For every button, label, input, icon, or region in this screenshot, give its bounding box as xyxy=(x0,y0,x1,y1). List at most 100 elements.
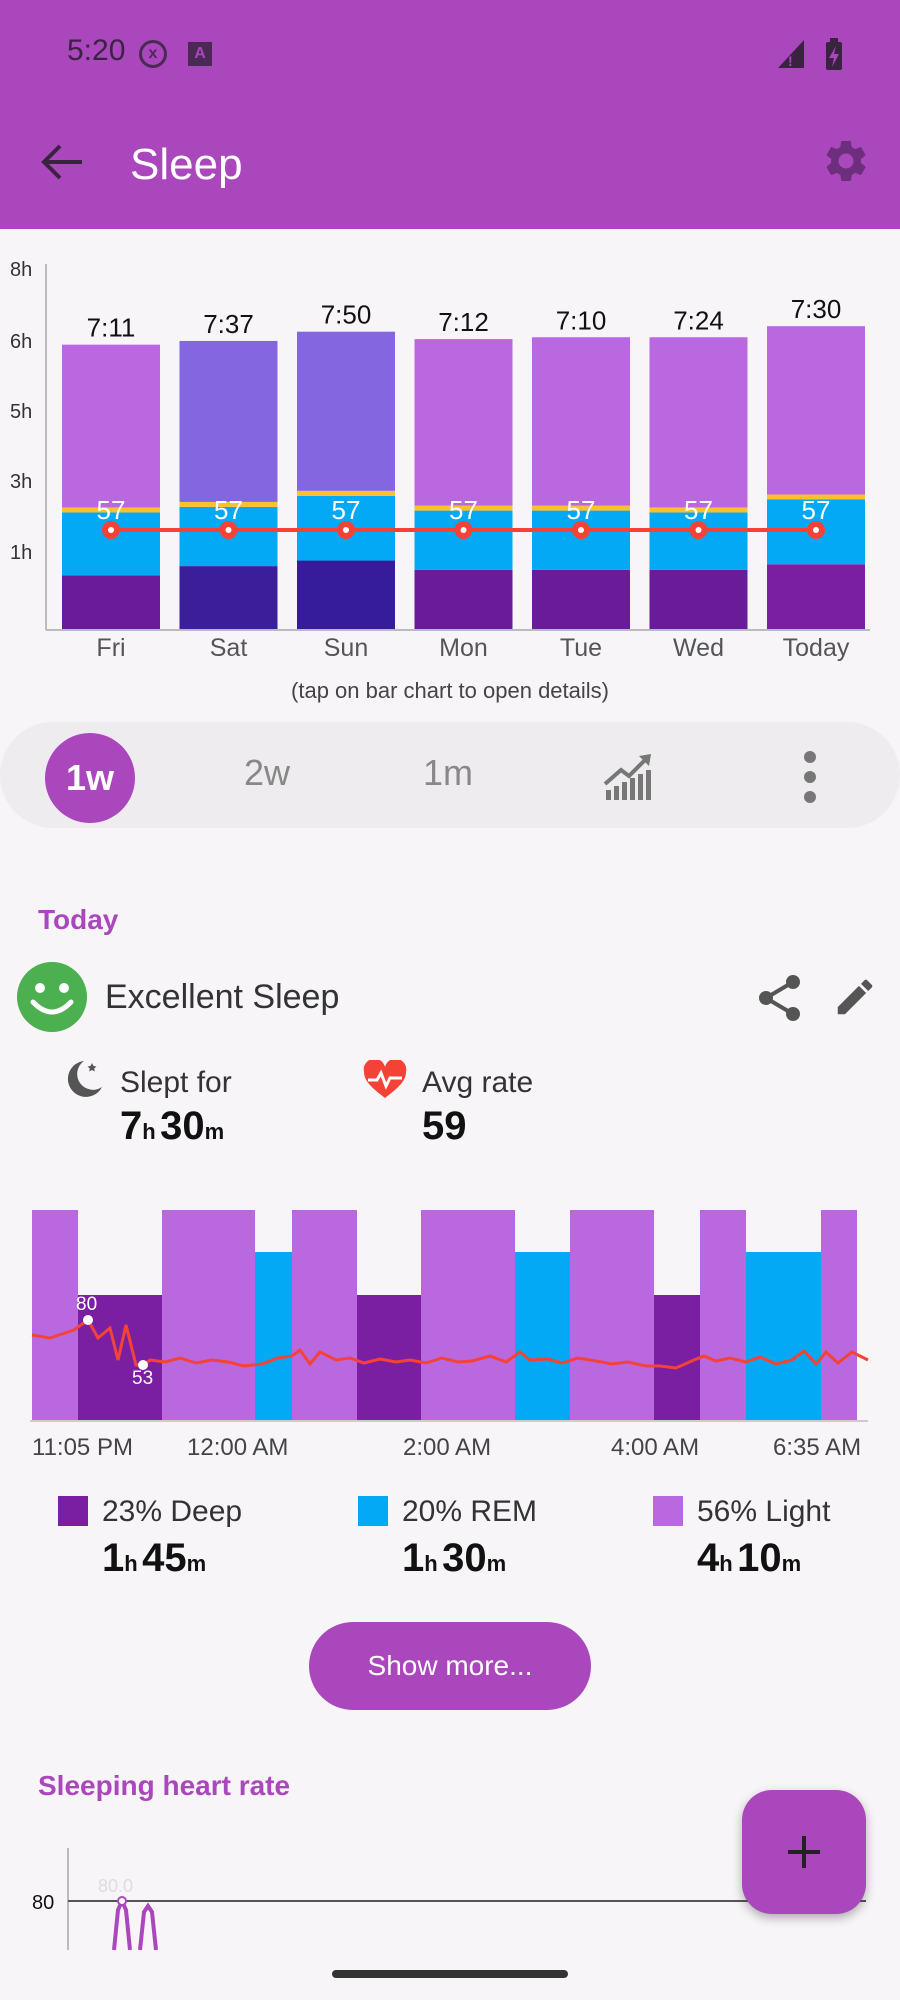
bar-light xyxy=(532,337,630,506)
time-label-4am: 4:00 AM xyxy=(611,1434,700,1461)
home-indicator[interactable] xyxy=(332,1970,568,1978)
show-more-button[interactable]: Show more... xyxy=(309,1622,591,1710)
light-legend-swatch xyxy=(653,1496,683,1526)
edit-pencil-icon[interactable] xyxy=(832,974,878,1020)
stage-light-segment xyxy=(32,1210,78,1420)
time-label-end: 6:35 AM xyxy=(773,1434,862,1461)
bar-light xyxy=(297,331,395,491)
bar-duration-label: 7:30 xyxy=(791,294,842,324)
deep-duration: 1h 45m xyxy=(102,1536,207,1580)
period-1w-button[interactable]: 1w xyxy=(45,733,135,823)
time-label-midnight: 12:00 AM xyxy=(187,1434,289,1461)
stage-light-segment xyxy=(821,1210,857,1420)
bar-duration-label: 7:37 xyxy=(203,309,254,339)
rem-legend-swatch xyxy=(358,1496,388,1526)
time-label-start: 11:05 PM xyxy=(32,1434,133,1461)
notification-x-icon: x xyxy=(139,40,167,68)
hr-y-tick: 80 xyxy=(32,1892,54,1914)
today-section-label: Today xyxy=(38,904,119,935)
bar-deep xyxy=(297,560,395,629)
app-bar xyxy=(0,0,900,229)
plus-icon xyxy=(788,1836,820,1868)
bar-hr-label: 57 xyxy=(97,495,126,525)
bar-duration-label: 7:10 xyxy=(556,305,607,335)
deep-legend-swatch xyxy=(58,1496,88,1526)
signal-icon: ! xyxy=(778,40,804,69)
period-1m-button[interactable]: 1m xyxy=(423,752,473,794)
hr-peak-label: 80.0 xyxy=(98,1876,133,1896)
deep-legend-label: 23% Deep xyxy=(102,1495,243,1528)
battery-icon xyxy=(826,38,842,70)
stage-light-segment xyxy=(292,1210,357,1420)
status-time: 5:20 xyxy=(67,34,126,67)
bar-duration-label: 7:11 xyxy=(87,313,136,343)
slept-for-value: 7h 30m xyxy=(120,1104,225,1148)
hr-line xyxy=(112,1896,158,1950)
day-label: Sat xyxy=(210,634,248,662)
bar-duration-label: 7:50 xyxy=(321,300,372,330)
time-label-2am: 2:00 AM xyxy=(403,1434,492,1461)
chart-hint: (tap on bar chart to open details) xyxy=(291,678,609,703)
moon-icon xyxy=(67,1061,102,1097)
back-arrow-icon[interactable] xyxy=(36,140,86,184)
bar-light xyxy=(179,340,278,502)
avg-rate-label: Avg rate xyxy=(422,1066,534,1099)
light-legend-label: 56% Light xyxy=(697,1495,831,1528)
smiley-face-icon xyxy=(17,962,87,1032)
stage-light-segment xyxy=(162,1210,255,1420)
bar-hr-label: 57 xyxy=(332,495,361,525)
day-label: Fri xyxy=(96,634,125,662)
heart-rate-icon xyxy=(363,1060,407,1098)
bar-hr-label: 57 xyxy=(802,495,831,525)
trend-chart-icon[interactable] xyxy=(603,752,653,802)
add-sleep-fab[interactable] xyxy=(742,1790,866,1914)
y-tick-label: 3h xyxy=(10,471,32,493)
more-options-icon[interactable] xyxy=(800,750,820,804)
bar-light xyxy=(649,337,748,508)
y-tick-label: 5h xyxy=(10,401,32,423)
y-tick-label: 1h xyxy=(10,542,32,564)
stage-light-segment xyxy=(700,1210,746,1420)
weekly-sleep-bar-chart[interactable]: 8h 6h 5h 3h 1h 7:11 57 Fri 7:37 57 Sat 7:50 57 Sun 7:1… xyxy=(0,232,900,702)
day-label: Mon xyxy=(439,634,488,662)
stage-rem-segment xyxy=(515,1252,570,1420)
bar-hr-label: 57 xyxy=(684,495,713,525)
hr-peak-point xyxy=(117,1896,127,1906)
stage-deep-segment xyxy=(654,1295,700,1420)
bar-light xyxy=(767,326,865,495)
svg-text:!: ! xyxy=(788,53,793,69)
bar-light xyxy=(414,339,513,506)
day-label: Wed xyxy=(673,634,724,662)
hr-max-label: 80 xyxy=(76,1294,97,1315)
stage-light-segment xyxy=(421,1210,515,1420)
stage-deep-segment xyxy=(357,1295,421,1420)
status-icons: ! xyxy=(778,38,842,70)
avg-rate-value: 59 xyxy=(422,1104,467,1148)
bar-deep xyxy=(179,566,278,629)
period-2w-button[interactable]: 2w xyxy=(244,752,290,794)
hr-min-label: 53 xyxy=(132,1368,153,1389)
y-tick-label: 8h xyxy=(10,259,32,281)
bar-deep xyxy=(767,564,865,629)
bar-hr-label: 57 xyxy=(449,495,478,525)
y-tick-label: 6h xyxy=(10,331,32,353)
bar-light xyxy=(62,344,160,508)
page-title: Sleep xyxy=(130,140,243,189)
sleep-quality-label: Excellent Sleep xyxy=(105,978,340,1016)
day-label: Today xyxy=(783,634,850,662)
settings-gear-icon[interactable] xyxy=(821,136,871,186)
bar-hr-label: 57 xyxy=(567,495,596,525)
bar-deep xyxy=(414,569,513,629)
bar-deep xyxy=(649,569,748,629)
hr-max-point xyxy=(83,1315,93,1325)
slept-for-label: Slept for xyxy=(120,1066,232,1099)
stage-rem-segment xyxy=(746,1252,821,1420)
share-icon[interactable] xyxy=(757,974,803,1022)
bar-deep xyxy=(62,575,160,629)
rem-duration: 1h 30m xyxy=(402,1536,507,1580)
rem-legend-label: 20% REM xyxy=(402,1495,538,1528)
day-label: Tue xyxy=(560,634,602,662)
light-duration: 4h 10m xyxy=(697,1536,802,1580)
notification-a-icon: A xyxy=(188,42,212,66)
sleep-stages-hypnogram[interactable]: 80 53 xyxy=(0,1200,900,1460)
